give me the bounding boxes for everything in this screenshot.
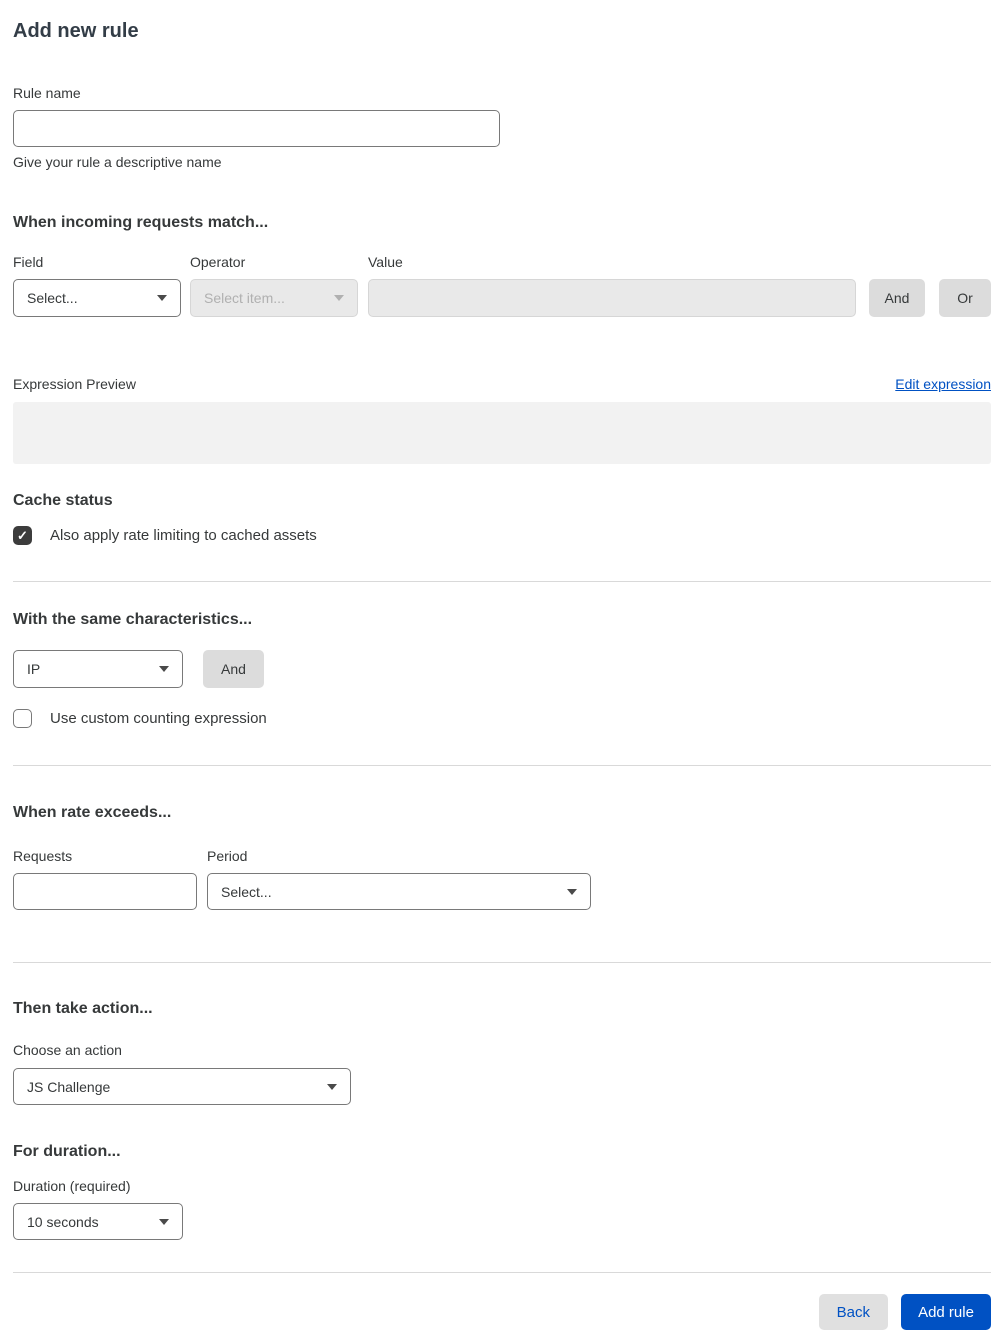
edit-expression-link[interactable]: Edit expression <box>895 376 991 392</box>
choose-action-label: Choose an action <box>13 1042 122 1058</box>
checkmark-icon: ✓ <box>17 528 28 543</box>
duration-select[interactable]: 10 seconds <box>13 1203 183 1240</box>
match-section-heading: When incoming requests match... <box>13 214 269 231</box>
match-controls-row: Field Select... Operator Select item... … <box>13 254 991 317</box>
value-input <box>368 279 856 317</box>
period-label: Period <box>207 848 248 864</box>
custom-counting-row: Use custom counting expression <box>13 709 991 728</box>
characteristics-heading: With the same characteristics... <box>13 611 253 628</box>
expression-preview-box <box>13 402 991 464</box>
operator-group: Operator Select item... <box>190 254 358 317</box>
rule-name-label: Rule name <box>13 85 81 101</box>
chevron-down-icon <box>567 888 577 895</box>
operator-select-value: Select item... <box>204 290 285 306</box>
rule-name-group: Rule name Give your rule a descriptive n… <box>13 85 991 171</box>
chevron-down-icon <box>157 295 167 301</box>
back-button[interactable]: Back <box>818 1294 888 1330</box>
for-duration-heading: For duration... <box>13 1143 121 1160</box>
page-title: Add new rule <box>13 20 139 42</box>
expression-preview-header: Expression Preview Edit expression <box>13 376 991 393</box>
field-select-value: Select... <box>27 290 78 306</box>
field-select[interactable]: Select... <box>13 279 181 317</box>
operator-label: Operator <box>190 254 246 270</box>
chevron-down-icon <box>334 295 344 301</box>
characteristics-row: IP And <box>13 650 991 688</box>
cached-assets-checkbox[interactable]: ✓ <box>13 526 32 545</box>
operator-select: Select item... <box>190 279 358 317</box>
action-select-value: JS Challenge <box>27 1078 111 1095</box>
chevron-down-icon <box>327 1083 337 1090</box>
characteristic-select-value: IP <box>27 661 41 677</box>
requests-input[interactable] <box>13 873 197 910</box>
value-label: Value <box>368 254 403 270</box>
rule-name-helper: Give your rule a descriptive name <box>13 154 222 170</box>
cached-assets-checkbox-label[interactable]: Also apply rate limiting to cached asset… <box>50 527 317 544</box>
custom-counting-checkbox-label[interactable]: Use custom counting expression <box>50 710 267 727</box>
rate-exceeds-heading: When rate exceeds... <box>13 804 172 821</box>
section-divider <box>13 962 991 963</box>
duration-select-value: 10 seconds <box>27 1213 99 1230</box>
section-divider <box>13 765 991 766</box>
characteristic-select[interactable]: IP <box>13 650 183 688</box>
or-button[interactable]: Or <box>939 279 991 317</box>
value-group: Value <box>368 254 856 317</box>
add-new-rule-form: Add new rule Rule name Give your rule a … <box>0 0 1002 1342</box>
add-rule-button[interactable]: Add rule <box>901 1294 991 1330</box>
section-divider <box>13 581 991 582</box>
characteristics-and-button[interactable]: And <box>203 650 264 688</box>
and-button[interactable]: And <box>869 279 925 317</box>
cache-status-heading: Cache status <box>13 492 113 509</box>
field-label: Field <box>13 254 44 270</box>
cache-checkbox-row: ✓ Also apply rate limiting to cached ass… <box>13 526 991 545</box>
action-select[interactable]: JS Challenge <box>13 1068 351 1105</box>
period-group: Period Select... <box>207 848 591 910</box>
chevron-down-icon <box>159 666 169 672</box>
requests-label: Requests <box>13 848 73 864</box>
duration-label: Duration (required) <box>13 1178 131 1194</box>
rule-name-input[interactable] <box>13 110 500 147</box>
footer-actions: Back Add rule <box>13 1294 991 1330</box>
chevron-down-icon <box>159 1218 169 1225</box>
footer-divider <box>13 1272 991 1273</box>
period-select-value: Select... <box>221 883 272 900</box>
period-select[interactable]: Select... <box>207 873 591 910</box>
rate-controls-row: Requests Period Select... <box>13 848 991 910</box>
field-group: Field Select... <box>13 254 181 317</box>
take-action-heading: Then take action... <box>13 1000 153 1017</box>
requests-group: Requests <box>13 848 197 910</box>
custom-counting-checkbox[interactable] <box>13 709 32 728</box>
expression-preview-label: Expression Preview <box>13 376 136 392</box>
